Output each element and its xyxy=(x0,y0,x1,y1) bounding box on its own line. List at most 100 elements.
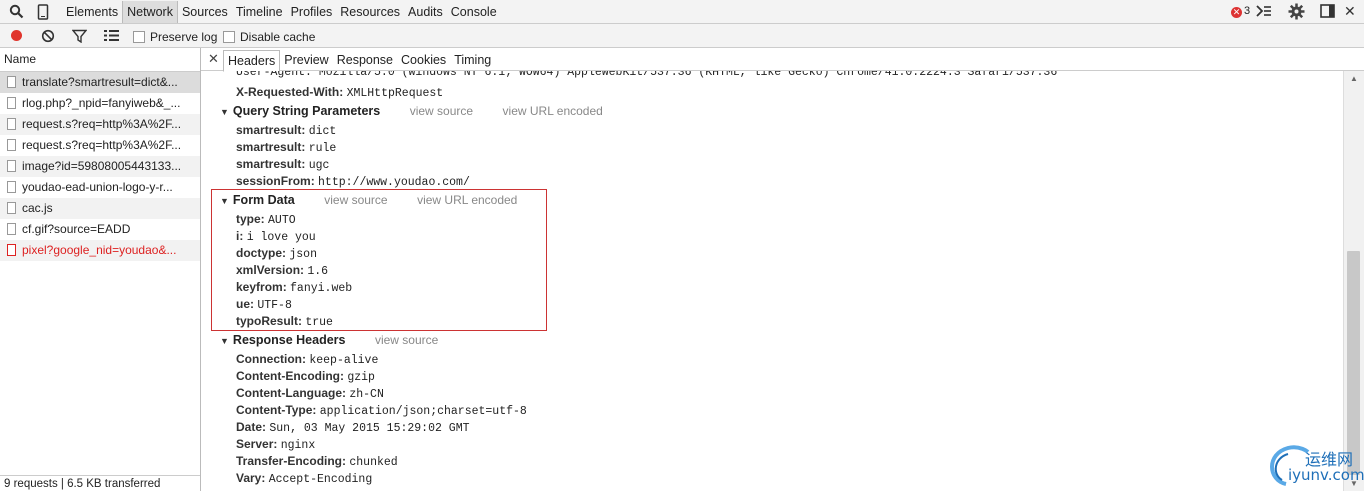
error-count-badge[interactable]: ✕ 3 xyxy=(1231,5,1250,18)
form-key: ue: xyxy=(236,297,254,311)
param-value: rule xyxy=(308,142,337,155)
response-header-row: Content-Encoding: gzip xyxy=(236,368,375,385)
tab-timeline[interactable]: Timeline xyxy=(232,1,287,23)
tab-network[interactable]: Network xyxy=(122,1,178,23)
device-mode-icon[interactable] xyxy=(37,4,49,23)
request-name: request.s?req=http%3A%2F... xyxy=(22,117,182,131)
clear-icon[interactable] xyxy=(41,29,55,46)
response-header-row: Vary: Accept-Encoding xyxy=(236,470,372,487)
close-detail-icon[interactable]: ✕ xyxy=(208,51,219,67)
tab-sources[interactable]: Sources xyxy=(178,1,232,23)
disable-cache-checkbox[interactable]: Disable cache xyxy=(223,30,315,44)
expand-triangle-icon[interactable]: ▼ xyxy=(220,336,229,346)
form-data-section[interactable]: ▼ Form Data view source view URL encoded xyxy=(220,192,517,209)
console-drawer-icon[interactable] xyxy=(1256,4,1272,21)
param-value: dict xyxy=(308,125,337,138)
header-key: Connection: xyxy=(236,352,306,366)
dock-side-icon[interactable] xyxy=(1320,4,1336,22)
name-column-header[interactable]: Name xyxy=(0,48,200,72)
header-row: X-Requested-With: XMLHttpRequest xyxy=(236,84,443,101)
settings-gear-icon[interactable] xyxy=(1288,3,1305,23)
form-row: doctype: json xyxy=(236,245,317,262)
file-icon xyxy=(7,139,16,151)
form-key: typoResult: xyxy=(236,314,302,328)
checkbox-box[interactable] xyxy=(223,31,235,43)
expand-triangle-icon[interactable]: ▼ xyxy=(220,196,229,206)
response-headers-section[interactable]: ▼ Response Headers view source xyxy=(220,332,438,349)
tab-cookies[interactable]: Cookies xyxy=(397,50,450,70)
request-row[interactable]: request.s?req=http%3A%2F... xyxy=(0,135,200,156)
header-value: XMLHttpRequest xyxy=(346,87,444,100)
header-value: chunked xyxy=(349,456,398,469)
request-row[interactable]: youdao-ead-union-logo-y-r... xyxy=(0,177,200,198)
preserve-log-checkbox[interactable]: Preserve log xyxy=(133,30,217,44)
request-row[interactable]: cf.gif?source=EADD xyxy=(0,219,200,240)
request-row[interactable]: request.s?req=http%3A%2F... xyxy=(0,114,200,135)
header-text: User-Agent: Mozilla/5.0 (Windows NT 6.1;… xyxy=(236,71,1058,79)
request-name: youdao-ead-union-logo-y-r... xyxy=(22,180,173,194)
tab-preview[interactable]: Preview xyxy=(280,50,332,70)
tab-elements[interactable]: Elements xyxy=(62,1,122,23)
filter-icon[interactable] xyxy=(71,29,88,46)
request-name: cf.gif?source=EADD xyxy=(22,222,131,236)
tab-console[interactable]: Console xyxy=(447,1,501,23)
form-key: type: xyxy=(236,212,265,226)
header-key: Content-Language: xyxy=(236,386,346,400)
view-url-encoded-link[interactable]: view URL encoded xyxy=(503,104,603,118)
list-view-icon[interactable] xyxy=(104,29,119,45)
header-value: nginx xyxy=(280,439,316,452)
request-row[interactable]: rlog.php?_npid=fanyiweb&_... xyxy=(0,93,200,114)
search-icon[interactable] xyxy=(9,4,24,22)
request-row-error[interactable]: pixel?google_nid=youdao&... xyxy=(0,240,200,261)
user-agent-truncated: User-Agent: Mozilla/5.0 (Windows NT 6.1;… xyxy=(236,71,1057,80)
script-file-icon xyxy=(7,202,16,214)
vertical-scrollbar[interactable]: ▲ ▼ xyxy=(1343,71,1364,491)
close-devtools-icon[interactable]: ✕ xyxy=(1344,3,1356,20)
form-value: fanyi.web xyxy=(290,282,353,295)
request-name: pixel?google_nid=youdao&... xyxy=(22,243,177,257)
header-key: Server: xyxy=(236,437,278,451)
tab-headers[interactable]: Headers xyxy=(223,50,281,72)
file-icon xyxy=(7,118,16,130)
query-params-section[interactable]: ▼ Query String Parameters view source vie… xyxy=(220,103,603,120)
file-icon xyxy=(7,244,16,256)
tab-audits[interactable]: Audits xyxy=(404,1,447,23)
section-title: Response Headers xyxy=(232,333,346,347)
tab-profiles[interactable]: Profiles xyxy=(287,1,337,23)
view-source-link[interactable]: view source xyxy=(410,104,473,118)
record-icon[interactable] xyxy=(10,29,23,45)
tab-response[interactable]: Response xyxy=(333,50,397,70)
network-toolbar: Preserve log Disable cache xyxy=(0,24,1364,48)
view-source-link[interactable]: view source xyxy=(375,333,438,347)
checkbox-box[interactable] xyxy=(133,31,145,43)
header-key: X-Requested-With: xyxy=(236,85,344,99)
scroll-up-arrow-icon[interactable]: ▲ xyxy=(1344,71,1364,86)
expand-triangle-icon[interactable]: ▼ xyxy=(220,107,229,117)
file-icon xyxy=(7,97,16,109)
response-header-row: Server: nginx xyxy=(236,436,315,453)
form-key: i: xyxy=(236,229,244,243)
header-value: application/json;charset=utf-8 xyxy=(319,405,527,418)
image-file-icon xyxy=(7,160,16,172)
view-source-link[interactable]: view source xyxy=(324,193,387,207)
form-row: xmlVersion: 1.6 xyxy=(236,262,328,279)
header-value: Accept-Encoding xyxy=(268,473,373,486)
param-key: smartresult: xyxy=(236,123,306,137)
tab-timing[interactable]: Timing xyxy=(450,50,495,70)
tab-resources[interactable]: Resources xyxy=(336,1,404,23)
header-key: Content-Encoding: xyxy=(236,369,344,383)
view-url-encoded-link[interactable]: view URL encoded xyxy=(417,193,517,207)
request-row[interactable]: image?id=59808005443133... xyxy=(0,156,200,177)
request-row[interactable]: cac.js xyxy=(0,198,200,219)
form-value: AUTO xyxy=(268,214,296,227)
header-key: Content-Type: xyxy=(236,403,317,417)
request-name: translate?smartresult=dict&... xyxy=(22,75,178,89)
form-value: json xyxy=(289,248,317,261)
request-row[interactable]: translate?smartresult=dict&... xyxy=(0,72,200,93)
header-key: Vary: xyxy=(236,471,266,485)
form-row: ue: UTF-8 xyxy=(236,296,292,313)
request-list-pane: Name translate?smartresult=dict&... rlog… xyxy=(0,48,201,491)
param-row: smartresult: dict xyxy=(236,122,336,139)
param-key: sessionFrom: xyxy=(236,174,315,188)
form-key: keyfrom: xyxy=(236,280,287,294)
